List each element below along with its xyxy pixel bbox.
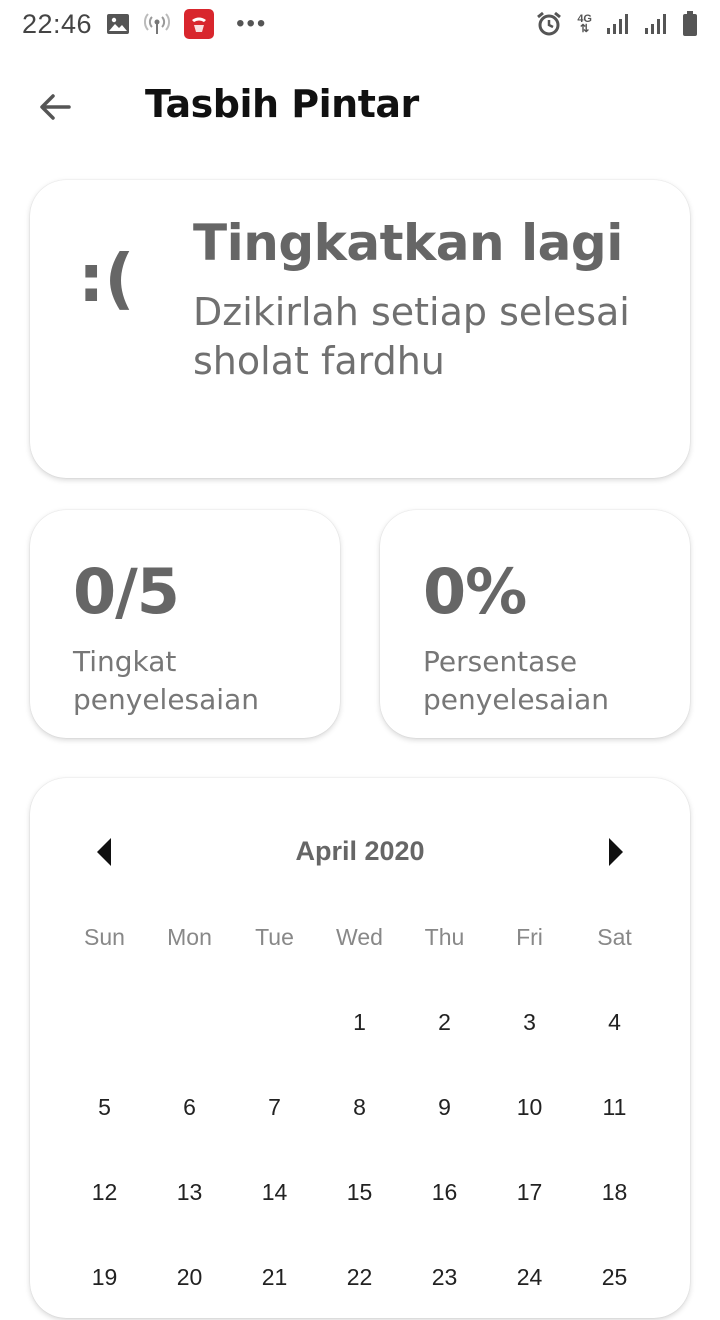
- summary-message: Dzikirlah setiap selesai sholat fardhu: [193, 290, 630, 383]
- calendar-day[interactable]: 18: [572, 1150, 657, 1235]
- calendar-weekday: Mon: [167, 924, 212, 950]
- more-dots-icon: •••: [236, 10, 268, 37]
- status-left: 22:46 •••: [22, 9, 267, 40]
- status-right: 4G ⇅: [535, 10, 698, 38]
- calendar-weekday: Tue: [255, 924, 294, 950]
- signal-icon-2: [644, 13, 668, 35]
- battery-icon: [682, 11, 698, 37]
- calendar-day[interactable]: 4: [572, 980, 657, 1065]
- calendar-empty-cell: [232, 980, 317, 1065]
- calendar-day[interactable]: 19: [62, 1235, 147, 1320]
- calendar-day[interactable]: 22: [317, 1235, 402, 1320]
- status-bar: 22:46 ••• 4G ⇅: [0, 0, 720, 48]
- calendar-day[interactable]: 5: [62, 1065, 147, 1150]
- image-icon: [106, 13, 130, 35]
- level-value: 0/5: [73, 555, 180, 628]
- calendar-weekday: Wed: [336, 924, 383, 950]
- calendar-day[interactable]: 24: [487, 1235, 572, 1320]
- percent-value: 0%: [423, 555, 527, 628]
- calendar-prev-button[interactable]: [84, 832, 124, 872]
- summary-heading: Tingkatkan lagi: [193, 214, 623, 272]
- calendar-weekday: Sat: [597, 924, 632, 950]
- calendar-day[interactable]: 23: [402, 1235, 487, 1320]
- calendar-empty-cell: [147, 980, 232, 1065]
- calendar-day[interactable]: 21: [232, 1235, 317, 1320]
- calendar-day[interactable]: 15: [317, 1150, 402, 1235]
- calendar-next-button[interactable]: [596, 832, 636, 872]
- level-label: Tingkat penyelesaian: [73, 645, 259, 716]
- status-time: 22:46: [22, 8, 93, 39]
- calendar-day[interactable]: 6: [147, 1065, 232, 1150]
- calendar-day[interactable]: 8: [317, 1065, 402, 1150]
- sad-face-icon: :(: [78, 240, 135, 317]
- calendar-day[interactable]: 10: [487, 1065, 572, 1150]
- alarm-icon: [535, 10, 563, 38]
- calendar-day[interactable]: 1: [317, 980, 402, 1065]
- calendar-empty-cell: [62, 980, 147, 1065]
- calendar-weekday: Thu: [424, 924, 465, 950]
- calendar-day[interactable]: 17: [487, 1150, 572, 1235]
- arrow-left-icon: [40, 94, 71, 120]
- calendar-day[interactable]: 25: [572, 1235, 657, 1320]
- signal-icon: [606, 13, 630, 35]
- network-type-icon: 4G ⇅: [577, 13, 592, 35]
- caret-right-icon: [609, 838, 623, 866]
- calendar-day[interactable]: 14: [232, 1150, 317, 1235]
- calendar-day[interactable]: 12: [62, 1150, 147, 1235]
- app-logo-icon: [184, 9, 215, 39]
- calendar-day[interactable]: 7: [232, 1065, 317, 1150]
- calendar-day[interactable]: 20: [147, 1235, 232, 1320]
- caret-left-icon: [97, 838, 111, 866]
- calendar-day[interactable]: 2: [402, 980, 487, 1065]
- calendar-day[interactable]: 9: [402, 1065, 487, 1150]
- hotspot-icon: [144, 13, 171, 35]
- network-type-label: 4G: [577, 13, 592, 25]
- calendar-day[interactable]: 16: [402, 1150, 487, 1235]
- calendar-grid: Sun Mon Tue Wed Thu Fri Sat 1 2 3 4 5 6 7 8 9 10 11 12 13 14…: [62, 895, 657, 1320]
- calendar-month-label: April 2020: [295, 836, 425, 866]
- calendar-day[interactable]: 3: [487, 980, 572, 1065]
- calendar-day[interactable]: 13: [147, 1150, 232, 1235]
- calendar-day[interactable]: 11: [572, 1065, 657, 1150]
- page-title: Tasbih Pintar: [145, 82, 419, 126]
- calendar-weekday: Fri: [516, 924, 543, 950]
- back-button[interactable]: [30, 82, 80, 132]
- percent-label: Persentase penyelesaian: [423, 645, 609, 716]
- app-bar: Tasbih Pintar: [0, 60, 720, 152]
- calendar-weekday: Sun: [84, 924, 125, 950]
